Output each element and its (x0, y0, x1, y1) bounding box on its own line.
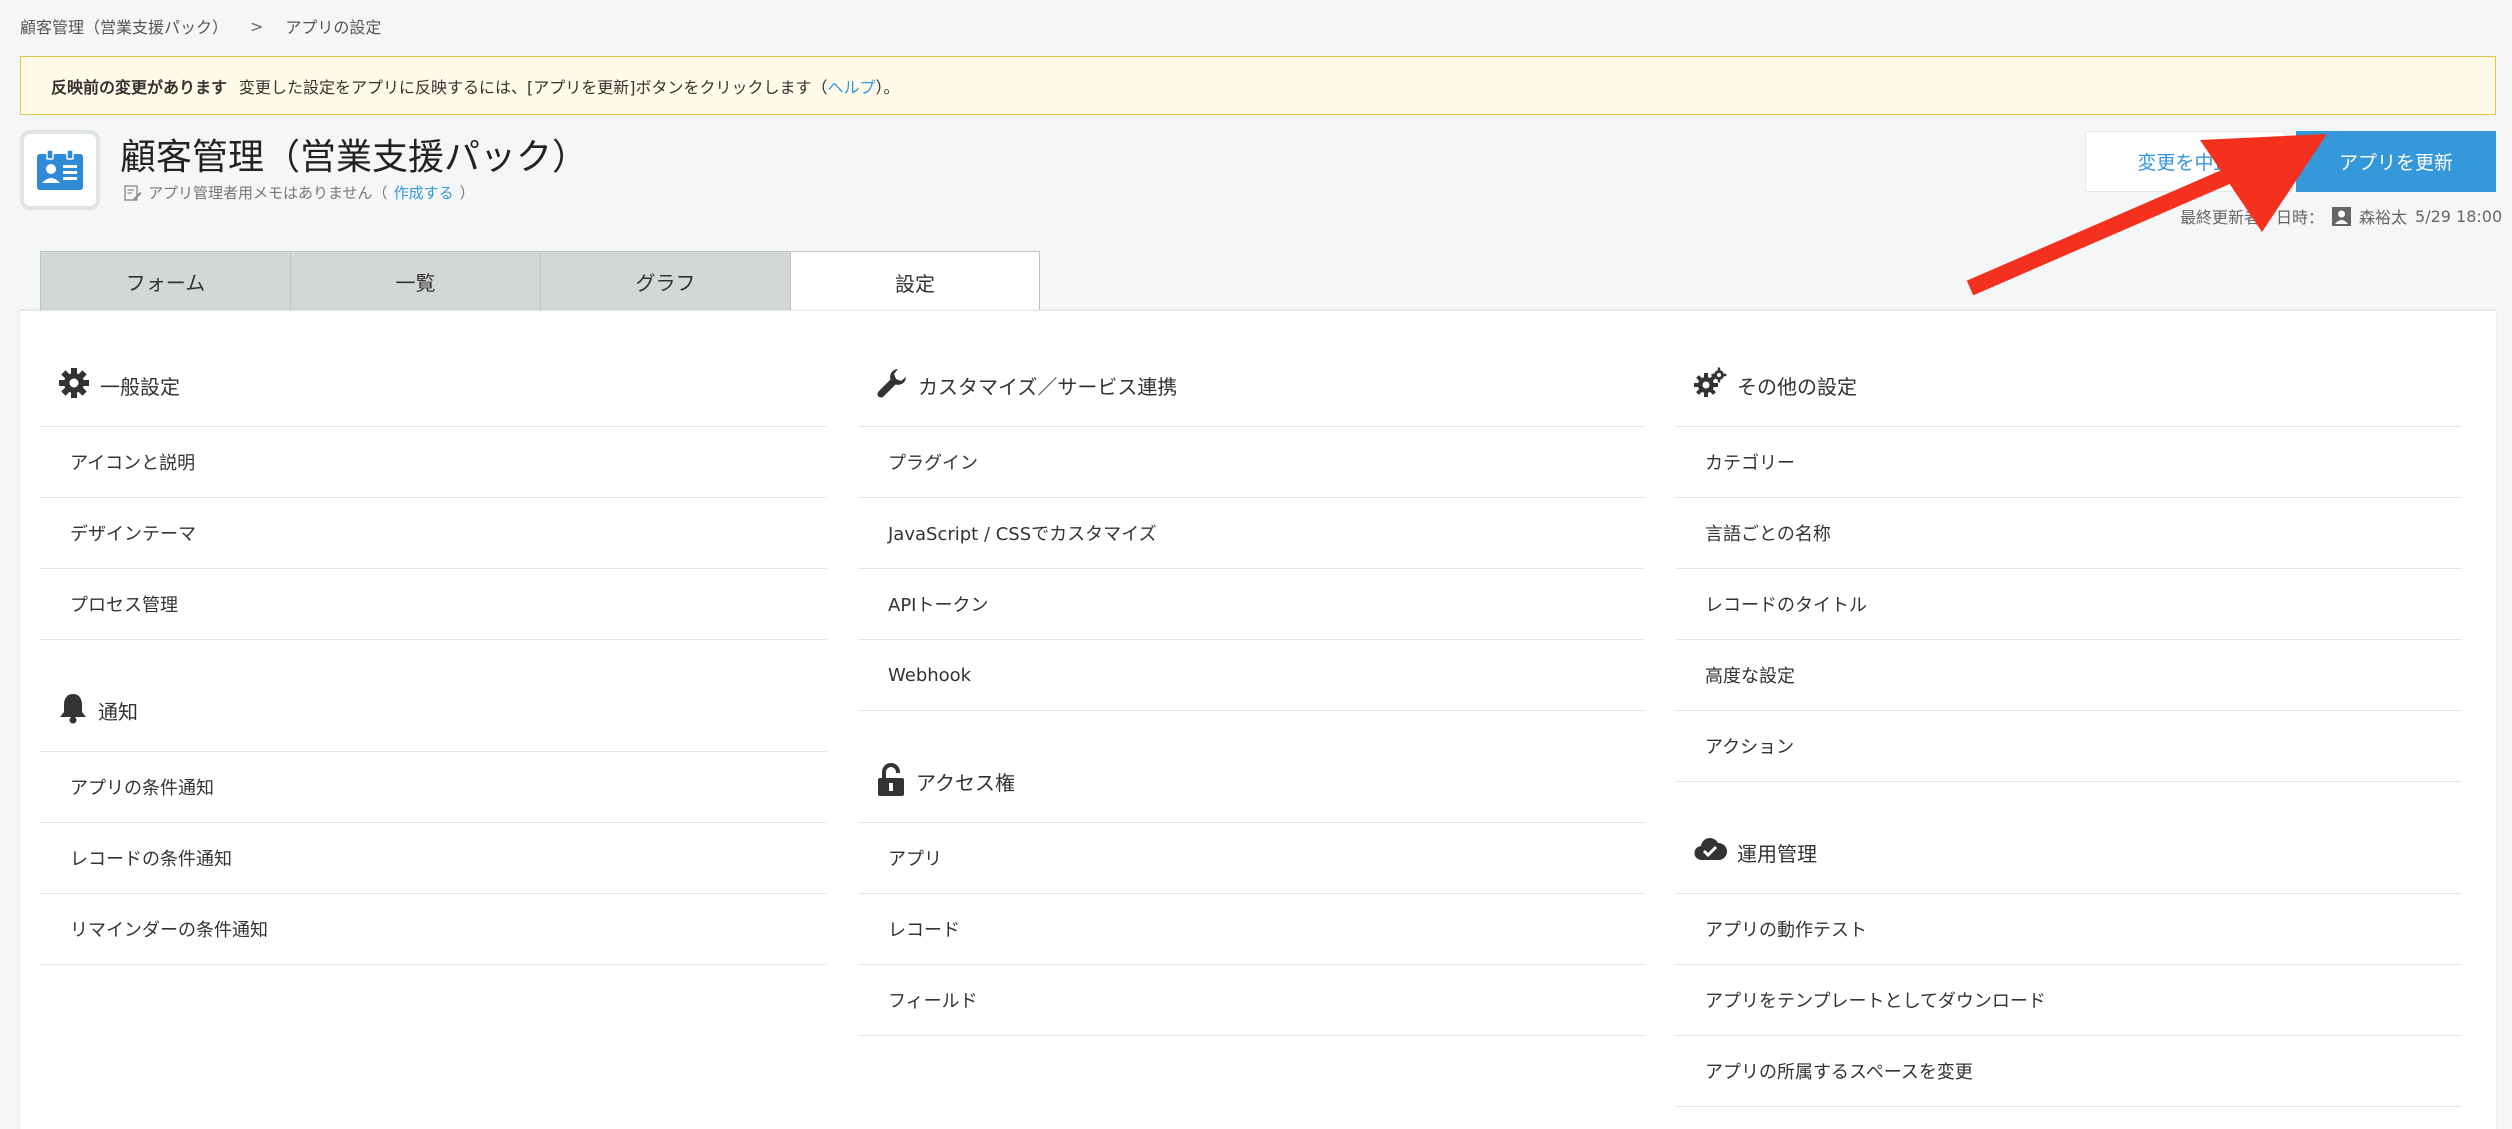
settings-column-1: 一般設定 アイコンと説明 デザインテーマ プロセス管理 通知 アプリの条件通知 … (40, 311, 827, 965)
section-notification: 通知 (40, 640, 827, 752)
item-plugin[interactable]: プラグイン (858, 427, 1645, 498)
app-memo: アプリ管理者用メモはありません（ 作成する ） (124, 182, 475, 203)
memo-suffix: ） (459, 184, 475, 202)
tab-form[interactable]: フォーム (40, 251, 290, 311)
settings-panel: 一般設定 アイコンと説明 デザインテーマ プロセス管理 通知 アプリの条件通知 … (20, 310, 2496, 1129)
section-notification-title: 通知 (98, 700, 138, 724)
tab-graph[interactable]: グラフ (540, 251, 790, 311)
bell-icon (60, 694, 86, 724)
item-access-record[interactable]: レコード (858, 894, 1645, 965)
section-customize-title: カスタマイズ／サービス連携 (918, 375, 1178, 399)
notice-message-suffix: ）。 (875, 77, 900, 97)
gears-icon (1694, 367, 1727, 397)
last-updated-label: 最終更新者／日時： (2180, 208, 2325, 227)
app-title: 顧客管理（営業支援パック） (120, 137, 589, 178)
section-access: アクセス権 (858, 711, 1645, 823)
item-record-title[interactable]: レコードのタイトル (1675, 569, 2462, 640)
breadcrumb-separator: > (250, 16, 264, 36)
section-other: その他の設定 (1675, 311, 2462, 427)
item-advanced-settings[interactable]: 高度な設定 (1675, 640, 2462, 711)
wrench-icon (877, 369, 906, 398)
pencil-note-icon (124, 184, 142, 201)
notice-title: 反映前の変更があります (51, 77, 228, 97)
item-app-test[interactable]: アプリの動作テスト (1675, 894, 2462, 965)
cancel-changes-button[interactable]: 変更を中止 (2085, 131, 2285, 192)
item-access-app[interactable]: アプリ (858, 823, 1645, 894)
settings-tabs: フォーム 一覧 グラフ 設定 (40, 251, 1040, 312)
notice-message: 変更した設定をアプリに反映するには、[アプリを更新]ボタンをクリックします（ (239, 77, 828, 97)
tab-settings[interactable]: 設定 (790, 251, 1040, 312)
section-operation: 運用管理 (1675, 782, 2462, 894)
breadcrumb-app-link[interactable]: 顧客管理（営業支援パック） (20, 14, 228, 38)
app-icon (20, 130, 100, 210)
settings-column-3: その他の設定 カテゴリー 言語ごとの名称 レコードのタイトル 高度な設定 アクシ… (1675, 311, 2462, 1107)
last-updated-datetime: 5/29 18:00 (2415, 206, 2503, 226)
update-app-button[interactable]: アプリを更新 (2296, 131, 2496, 192)
item-design-theme[interactable]: デザインテーマ (40, 498, 827, 569)
item-access-field[interactable]: フィールド (858, 965, 1645, 1036)
cloud-check-icon (1694, 838, 1727, 861)
section-other-title: その他の設定 (1737, 375, 1857, 399)
memo-text: アプリ管理者用メモはありません（ (148, 184, 388, 202)
item-localized-name[interactable]: 言語ごとの名称 (1675, 498, 2462, 569)
section-general-title: 一般設定 (100, 375, 180, 399)
breadcrumb-current: アプリの設定 (285, 18, 382, 37)
unlock-icon (878, 763, 904, 796)
create-memo-link[interactable]: 作成する (394, 182, 454, 203)
item-process-management[interactable]: プロセス管理 (40, 569, 827, 640)
section-operation-title: 運用管理 (1737, 842, 1817, 866)
settings-column-2: カスタマイズ／サービス連携 プラグイン JavaScript / CSSでカスタ… (858, 311, 1645, 1036)
section-access-title: アクセス権 (916, 771, 1015, 795)
pending-changes-notice: 反映前の変更があります 変更した設定をアプリに反映するには、[アプリを更新]ボタ… (20, 56, 2496, 115)
section-general: 一般設定 (40, 311, 827, 427)
last-updated-user[interactable]: 森裕太 (2359, 204, 2407, 228)
item-js-css-customize[interactable]: JavaScript / CSSでカスタマイズ (858, 498, 1645, 569)
gear-icon (59, 368, 89, 398)
item-change-space[interactable]: アプリの所属するスペースを変更 (1675, 1036, 2462, 1107)
last-updated: 最終更新者／日時： 森裕太 5/29 18:00 (2180, 204, 2502, 228)
breadcrumb: 顧客管理（営業支援パック） > アプリの設定 (20, 14, 381, 38)
item-reminder-notification[interactable]: リマインダーの条件通知 (40, 894, 827, 965)
user-icon (2332, 206, 2352, 226)
item-action[interactable]: アクション (1675, 711, 2462, 782)
address-card-icon (37, 150, 83, 190)
section-customize: カスタマイズ／サービス連携 (858, 311, 1645, 427)
item-download-template[interactable]: アプリをテンプレートとしてダウンロード (1675, 965, 2462, 1036)
item-icon-description[interactable]: アイコンと説明 (40, 427, 827, 498)
item-app-condition-notification[interactable]: アプリの条件通知 (40, 752, 827, 823)
item-record-condition-notification[interactable]: レコードの条件通知 (40, 823, 827, 894)
item-api-token[interactable]: APIトークン (858, 569, 1645, 640)
item-webhook[interactable]: Webhook (858, 640, 1645, 711)
tab-list[interactable]: 一覧 (290, 251, 540, 311)
item-category[interactable]: カテゴリー (1675, 427, 2462, 498)
help-link[interactable]: ヘルプ (828, 74, 876, 98)
